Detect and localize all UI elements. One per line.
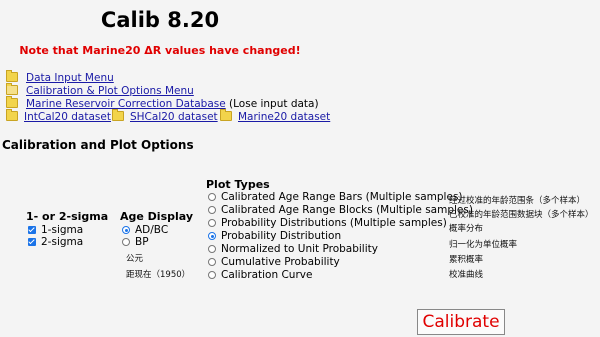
dataset-shcal20[interactable]: SHCal20 dataset: [112, 109, 218, 123]
range-blocks-label: Calibrated Age Range Blocks (Multiple sa…: [221, 204, 473, 216]
age-adbc-option[interactable]: AD/BC: [122, 224, 168, 236]
plot-option-range-bars[interactable]: Calibrated Age Range Bars (Multiple samp…: [208, 191, 463, 203]
plot-option-calibration-curve[interactable]: Calibration Curve: [208, 269, 312, 281]
radio-adbc[interactable]: [122, 226, 130, 234]
sigma-heading: 1- or 2-sigma: [26, 210, 109, 223]
cn-calibration-curve: 校准曲线: [449, 270, 484, 280]
bp-label: BP: [135, 236, 149, 248]
dataset-marine20[interactable]: Marine20 dataset: [220, 109, 330, 123]
open-folder-icon: [6, 83, 18, 95]
folder-icon: [6, 96, 18, 108]
checkbox-1-sigma[interactable]: [28, 226, 36, 234]
shcal20-link[interactable]: SHCal20 dataset: [130, 111, 218, 123]
menu-item-calibration-plot[interactable]: Calibration & Plot Options Menu: [6, 83, 194, 98]
calibrate-button[interactable]: Calibrate: [417, 309, 505, 335]
prob-distribution-label: Probability Distribution: [221, 230, 342, 242]
radio-prob-distribution[interactable]: [208, 232, 216, 240]
marine20-link[interactable]: Marine20 dataset: [238, 111, 330, 123]
radio-calibration-curve[interactable]: [208, 271, 216, 279]
cn-normalized: 归一化为单位概率: [449, 240, 518, 250]
cumulative-label: Cumulative Probability: [221, 256, 340, 268]
folder-icon: [6, 109, 18, 121]
radio-bp[interactable]: [122, 238, 130, 246]
menu-item-data-input[interactable]: Data Input Menu: [6, 70, 114, 85]
folder-icon: [220, 109, 232, 121]
sigma-1-option[interactable]: 1-sigma: [28, 224, 83, 236]
sigma-2-label: 2-sigma: [41, 236, 84, 248]
dataset-intcal20[interactable]: IntCal20 dataset: [6, 109, 111, 123]
calibration-plot-link[interactable]: Calibration & Plot Options Menu: [26, 85, 194, 97]
plot-option-prob-distribution[interactable]: Probability Distribution: [208, 230, 341, 242]
cn-range-blocks: 已校准的年龄范围数据块（多个样本）: [449, 210, 594, 220]
folder-icon: [6, 70, 18, 82]
prob-distributions-label: Probability Distributions (Multiple samp…: [221, 217, 447, 229]
radio-cumulative[interactable]: [208, 258, 216, 266]
intcal20-link[interactable]: IntCal20 dataset: [24, 111, 111, 123]
section-title: Calibration and Plot Options: [2, 138, 194, 152]
adbc-label: AD/BC: [135, 224, 169, 236]
cn-range-bars: 经过校准的年龄范围条（多个样本）: [449, 196, 586, 206]
menu-item-marine-db[interactable]: Marine Reservoir Correction Database (Lo…: [6, 96, 319, 111]
folder-icon: [112, 109, 124, 121]
range-bars-label: Calibrated Age Range Bars (Multiple samp…: [221, 191, 463, 203]
plot-option-prob-distributions[interactable]: Probability Distributions (Multiple samp…: [208, 217, 447, 229]
checkbox-2-sigma[interactable]: [28, 238, 36, 246]
sigma-2-option[interactable]: 2-sigma: [28, 236, 83, 248]
marine-db-link[interactable]: Marine Reservoir Correction Database: [26, 98, 226, 110]
plot-option-cumulative[interactable]: Cumulative Probability: [208, 256, 340, 268]
cn-cumulative: 累积概率: [449, 255, 484, 265]
age-display-heading: Age Display: [120, 210, 194, 223]
plot-option-range-blocks[interactable]: Calibrated Age Range Blocks (Multiple sa…: [208, 204, 473, 216]
cn-label-bp: 距现在（1950）: [126, 270, 191, 280]
marine-notice: Note that Marine20 ΔR values have change…: [19, 44, 301, 57]
marine-db-note: (Lose input data): [229, 98, 319, 110]
sigma-1-label: 1-sigma: [41, 224, 84, 236]
plot-option-normalized[interactable]: Normalized to Unit Probability: [208, 243, 378, 255]
radio-range-blocks[interactable]: [208, 206, 216, 214]
radio-range-bars[interactable]: [208, 193, 216, 201]
radio-prob-distributions[interactable]: [208, 219, 216, 227]
cn-prob-distribution: 概率分布: [449, 224, 484, 234]
cn-label-adbc: 公元: [126, 254, 144, 264]
plot-types-heading: Plot Types: [206, 178, 270, 191]
data-input-link[interactable]: Data Input Menu: [26, 72, 114, 84]
calibration-curve-label: Calibration Curve: [221, 269, 313, 281]
normalized-label: Normalized to Unit Probability: [221, 243, 378, 255]
page-title: Calib 8.20: [100, 8, 220, 32]
age-bp-option[interactable]: BP: [122, 236, 149, 248]
radio-normalized[interactable]: [208, 245, 216, 253]
